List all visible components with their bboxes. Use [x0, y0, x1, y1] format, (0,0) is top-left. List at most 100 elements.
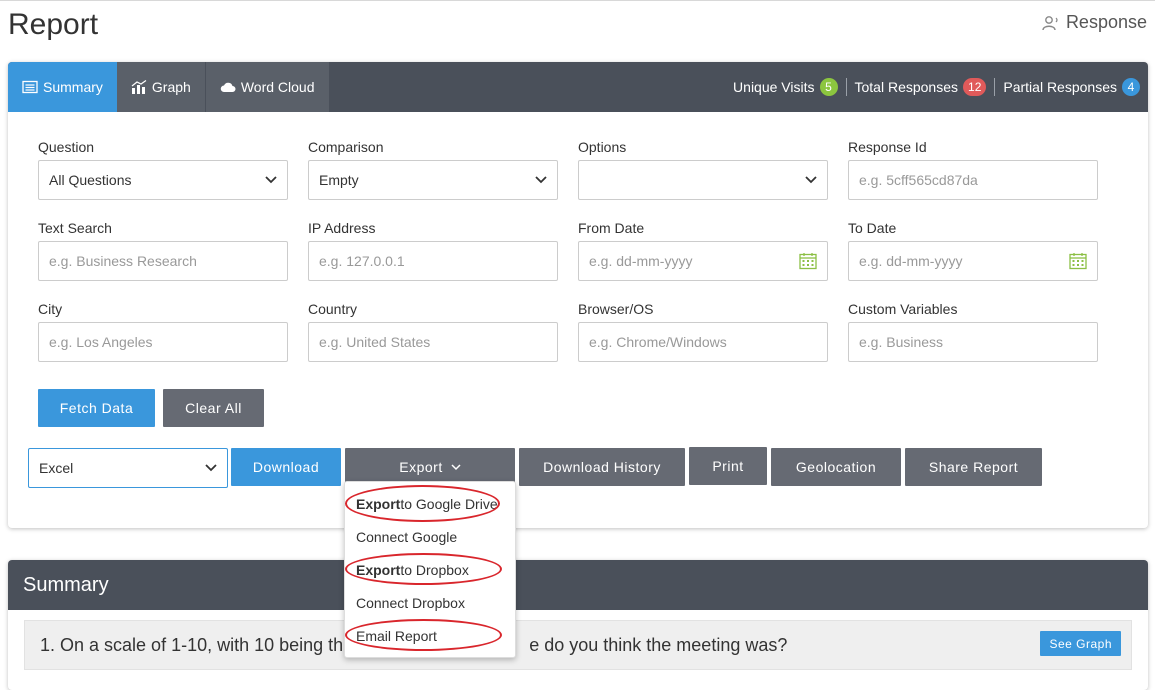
browser-os-input[interactable]: e.g. Chrome/Windows [578, 322, 828, 362]
stat-divider [845, 78, 847, 96]
tab-graph[interactable]: Graph [116, 62, 206, 112]
download-button[interactable]: Download [231, 448, 341, 486]
stat-total-responses-label: Total Responses [854, 79, 959, 95]
to-date-filter: To Date e.g. dd-mm-yyyy [848, 220, 1098, 281]
options-select[interactable] [578, 160, 828, 200]
country-placeholder: e.g. United States [319, 334, 431, 350]
geolocation-button[interactable]: Geolocation [771, 448, 901, 486]
city-placeholder: e.g. Los Angeles [49, 334, 153, 350]
cloud-icon [220, 82, 236, 92]
chevron-down-icon [451, 463, 461, 470]
page-title: Report [8, 8, 99, 41]
export-format-select[interactable]: Excel [28, 448, 228, 488]
ip-address-label: IP Address [308, 220, 376, 236]
text-search-input[interactable]: e.g. Business Research [38, 241, 288, 281]
menu-item-rest: to Google Drive [400, 495, 498, 512]
question-row: 1. On a scale of 1-10, with 10 being the… [24, 620, 1132, 670]
menu-item-bold: Export [356, 561, 401, 578]
chevron-down-icon [805, 176, 817, 184]
to-date-placeholder: e.g. dd-mm-yyyy [859, 253, 963, 269]
stat-partial-responses: Partial Responses 4 [1003, 78, 1140, 96]
chevron-down-icon [205, 464, 217, 472]
export-format-value: Excel [39, 460, 74, 476]
question-label: Question [38, 139, 95, 155]
tab-graph-label: Graph [151, 79, 191, 95]
see-graph-button[interactable]: See Graph [1040, 631, 1121, 656]
list-icon [22, 80, 38, 94]
ip-address-filter: IP Address e.g. 127.0.0.1 [308, 220, 558, 281]
stat-partial-responses-label: Partial Responses [1003, 79, 1117, 95]
response-link[interactable]: Response [1042, 12, 1147, 33]
response-id-label: Response Id [848, 139, 927, 155]
from-date-placeholder: e.g. dd-mm-yyyy [589, 253, 693, 269]
summary-title: Summary [8, 560, 1148, 610]
comparison-select[interactable]: Empty [308, 160, 558, 200]
fetch-data-button[interactable]: Fetch Data [38, 389, 155, 427]
download-history-button[interactable]: Download History [519, 448, 685, 486]
comparison-label: Comparison [308, 139, 384, 155]
city-input[interactable]: e.g. Los Angeles [38, 322, 288, 362]
from-date-filter: From Date e.g. dd-mm-yyyy [578, 220, 828, 281]
question-filter: Question All Questions [38, 139, 288, 200]
partial-responses-badge: 4 [1122, 78, 1140, 96]
options-filter: Options [578, 139, 828, 200]
country-input[interactable]: e.g. United States [308, 322, 558, 362]
summary-panel: Summary 1. On a scale of 1-10, with 10 b… [8, 560, 1148, 690]
menu-item-rest: Connect Dropbox [356, 594, 465, 611]
menu-item-rest: to Dropbox [400, 561, 469, 578]
report-panel: Summary Graph Word Cloud Unique Visits 5 [8, 62, 1148, 528]
question-select[interactable]: All Questions [38, 160, 288, 200]
to-date-label: To Date [848, 220, 897, 236]
stat-divider [994, 78, 996, 96]
share-report-button[interactable]: Share Report [905, 448, 1042, 486]
calendar-icon[interactable] [1069, 252, 1087, 270]
chevron-down-icon [265, 176, 277, 184]
custom-variables-filter: Custom Variables e.g. Business [848, 301, 1098, 362]
ip-address-input[interactable]: e.g. 127.0.0.1 [308, 241, 558, 281]
print-button[interactable]: Print [689, 447, 767, 485]
comparison-select-value: Empty [319, 172, 359, 188]
menu-item-rest: Email Report [356, 627, 437, 644]
question-select-value: All Questions [49, 172, 132, 188]
response-id-placeholder: e.g. 5cff565cd87da [859, 172, 978, 188]
country-label: Country [308, 301, 358, 317]
tab-summary-label: Summary [43, 79, 103, 95]
user-voice-icon [1042, 15, 1058, 30]
menu-item-connect-dropbox[interactable]: Connect Dropbox [345, 586, 515, 619]
chevron-down-icon [535, 176, 547, 184]
response-link-label: Response [1065, 12, 1147, 32]
top-divider [0, 0, 1155, 1]
question-text-tail: e do you think the meeting was? [529, 634, 788, 655]
text-search-label: Text Search [38, 220, 112, 236]
text-search-filter: Text Search e.g. Business Research [38, 220, 288, 281]
tab-summary[interactable]: Summary [8, 62, 117, 112]
text-search-placeholder: e.g. Business Research [49, 253, 197, 269]
question-text: 1. On a scale of 1-10, with 10 being the [40, 634, 354, 655]
menu-item-connect-google[interactable]: Connect Google [345, 520, 515, 553]
city-label: City [38, 301, 63, 317]
custom-variables-placeholder: e.g. Business [859, 334, 944, 350]
from-date-input[interactable]: e.g. dd-mm-yyyy [578, 241, 828, 281]
calendar-icon[interactable] [799, 252, 817, 270]
tab-word-cloud-label: Word Cloud [240, 79, 315, 95]
browser-os-filter: Browser/OS e.g. Chrome/Windows [578, 301, 828, 362]
tab-bar: Summary Graph Word Cloud Unique Visits 5 [8, 62, 1148, 112]
stat-unique-visits-label: Unique Visits [733, 79, 815, 95]
browser-os-label: Browser/OS [578, 301, 654, 317]
city-filter: City e.g. Los Angeles [38, 301, 288, 362]
menu-item-export-google-drive[interactable]: Export to Google Drive [345, 487, 515, 520]
menu-item-export-dropbox[interactable]: Export to Dropbox [345, 553, 515, 586]
menu-item-email-report[interactable]: Email Report [345, 619, 515, 652]
response-id-input[interactable]: e.g. 5cff565cd87da [848, 160, 1098, 200]
menu-item-rest: Connect Google [356, 528, 458, 545]
country-filter: Country e.g. United States [308, 301, 558, 362]
custom-variables-label: Custom Variables [848, 301, 958, 317]
tab-word-cloud[interactable]: Word Cloud [205, 62, 330, 112]
total-responses-badge: 12 [963, 78, 987, 96]
unique-visits-badge: 5 [819, 78, 838, 96]
to-date-input[interactable]: e.g. dd-mm-yyyy [848, 241, 1098, 281]
custom-variables-input[interactable]: e.g. Business [848, 322, 1098, 362]
clear-all-button[interactable]: Clear All [163, 389, 264, 427]
export-button-label: Export [399, 459, 443, 475]
comparison-filter: Comparison Empty [308, 139, 558, 200]
